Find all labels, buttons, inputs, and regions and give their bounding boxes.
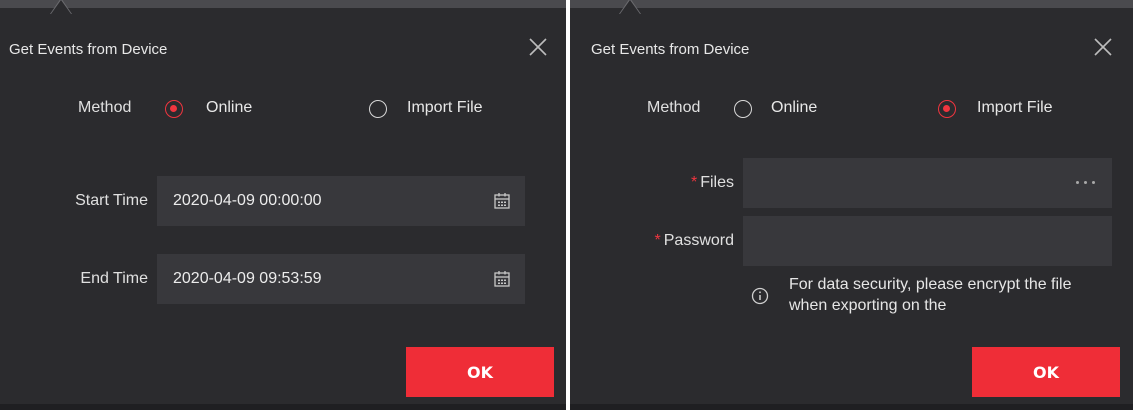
files-label: * Files <box>610 174 734 192</box>
method-label: Method <box>647 99 701 116</box>
info-icon <box>751 287 769 305</box>
start-time-label: Start Time <box>75 192 148 209</box>
files-label-text: Files <box>700 174 734 191</box>
end-time-value: 2020-04-09 09:53:59 <box>173 270 322 287</box>
password-field[interactable] <box>743 216 1112 266</box>
bottom-strip <box>570 404 1133 410</box>
radio-import-file[interactable] <box>369 100 387 118</box>
ok-button[interactable]: OK <box>406 347 554 397</box>
end-time-label: End Time <box>80 270 148 287</box>
required-mark: * <box>654 232 661 249</box>
start-time-field[interactable]: 2020-04-09 00:00:00 <box>157 176 525 226</box>
more-icon[interactable] <box>1074 180 1098 186</box>
close-icon[interactable] <box>1092 36 1114 58</box>
dialog-top-bar <box>570 0 1133 14</box>
pointer-notch <box>51 0 71 14</box>
dialog-title: Get Events from Device <box>9 41 168 58</box>
radio-import-file[interactable] <box>938 100 956 118</box>
dialog-top-bar <box>0 0 566 14</box>
right-dialog: Get Events from Device Method Online Imp… <box>570 0 1133 410</box>
radio-online[interactable] <box>165 100 183 118</box>
radio-online[interactable] <box>734 100 752 118</box>
dialog-title: Get Events from Device <box>591 41 750 58</box>
password-label-text: Password <box>663 232 734 249</box>
radio-import-file-label[interactable]: Import File <box>407 99 483 117</box>
radio-online-label[interactable]: Online <box>771 99 817 117</box>
close-icon[interactable] <box>527 36 549 58</box>
info-text: For data security, please encrypt the fi… <box>789 276 1072 314</box>
required-mark: * <box>690 174 698 191</box>
radio-import-file-label[interactable]: Import File <box>977 99 1053 117</box>
calendar-icon[interactable] <box>493 192 511 210</box>
calendar-icon[interactable] <box>493 270 511 288</box>
files-field[interactable] <box>743 158 1112 208</box>
left-dialog: Get Events from Device Method Online Imp… <box>0 0 566 410</box>
start-time-value: 2020-04-09 00:00:00 <box>173 192 322 209</box>
ok-button[interactable]: OK <box>972 347 1120 397</box>
method-label: Method <box>78 99 132 116</box>
radio-online-label[interactable]: Online <box>206 99 252 117</box>
end-time-field[interactable]: 2020-04-09 09:53:59 <box>157 254 525 304</box>
pointer-notch <box>620 0 640 14</box>
password-label: * Password <box>600 232 734 250</box>
bottom-strip <box>0 404 566 410</box>
